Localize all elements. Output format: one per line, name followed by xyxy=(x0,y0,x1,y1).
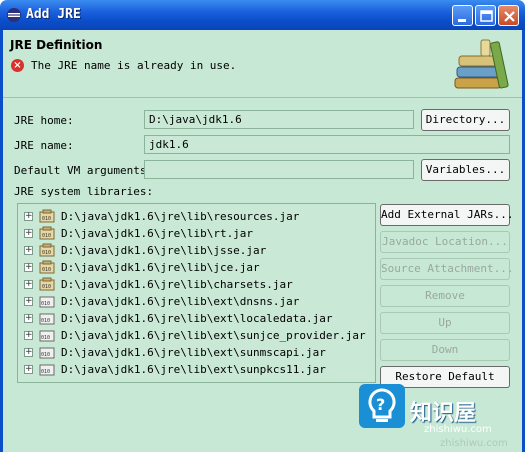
jar-icon: 010 xyxy=(39,364,55,376)
directory-button[interactable]: Directory... xyxy=(421,109,510,131)
library-path: D:\java\jdk1.6\jre\lib\jsse.jar xyxy=(61,244,267,257)
add-external-jars-button[interactable]: Add External JARs... xyxy=(380,204,513,226)
library-path: D:\java\jdk1.6\jre\lib\ext\sunpkcs11.jar xyxy=(61,363,326,376)
minimize-button[interactable] xyxy=(452,5,473,26)
svg-text:010: 010 xyxy=(41,335,50,341)
jar-icon: 010 xyxy=(39,347,55,359)
minimize-icon xyxy=(458,19,466,22)
expand-icon[interactable]: + xyxy=(24,229,33,238)
jar-icon: 010 xyxy=(39,296,55,308)
expand-icon[interactable]: + xyxy=(24,297,33,306)
expand-icon[interactable]: + xyxy=(24,280,33,289)
expand-icon[interactable]: + xyxy=(24,331,33,340)
list-item[interactable]: + 010 D:\java\jdk1.6\jre\lib\charsets.ja… xyxy=(22,276,372,293)
list-item[interactable]: + 010 D:\java\jdk1.6\jre\lib\resources.j… xyxy=(22,208,372,225)
svg-text:010: 010 xyxy=(41,369,50,375)
list-item[interactable]: + 010 D:\java\jdk1.6\jre\lib\jce.jar xyxy=(22,259,372,276)
list-item[interactable]: + 010 D:\java\jdk1.6\jre\lib\rt.jar xyxy=(22,225,372,242)
javadoc-location-button[interactable]: Javadoc Location... xyxy=(380,231,510,253)
jar-icon: 010 xyxy=(39,260,55,274)
jar-icon: 010 xyxy=(39,226,55,240)
svg-text:010: 010 xyxy=(42,250,51,256)
svg-text:010: 010 xyxy=(41,352,50,358)
down-button[interactable]: Down xyxy=(380,339,510,361)
header-title: JRE Definition xyxy=(10,38,103,52)
svg-text:010: 010 xyxy=(41,318,50,324)
vm-args-label: Default VM arguments: xyxy=(14,164,154,177)
list-item[interactable]: + 010 D:\java\jdk1.6\jre\lib\ext\sunjce_… xyxy=(22,327,372,344)
variables-button[interactable]: Variables... xyxy=(421,159,510,181)
error-icon: × xyxy=(11,59,24,72)
up-button[interactable]: Up xyxy=(380,312,510,334)
svg-text:?: ? xyxy=(376,395,385,414)
title-bar[interactable]: Add JRE xyxy=(0,0,525,30)
list-item[interactable]: + 010 D:\java\jdk1.6\jre\lib\ext\dnsns.j… xyxy=(22,293,372,310)
list-item[interactable]: + 010 D:\java\jdk1.6\jre\lib\ext\sunpkcs… xyxy=(22,361,372,378)
vm-args-input[interactable] xyxy=(144,160,414,179)
expand-icon[interactable]: + xyxy=(24,365,33,374)
expand-icon[interactable]: + xyxy=(24,263,33,272)
jre-home-label: JRE home: xyxy=(14,114,74,127)
library-path: D:\java\jdk1.6\jre\lib\ext\dnsns.jar xyxy=(61,295,300,308)
source-attachment-button[interactable]: Source Attachment... xyxy=(380,258,513,280)
library-path: D:\java\jdk1.6\jre\lib\jce.jar xyxy=(61,261,260,274)
libraries-tree[interactable]: + 010 D:\java\jdk1.6\jre\lib\resources.j… xyxy=(17,203,376,383)
close-button[interactable] xyxy=(498,5,519,26)
jar-icon: 010 xyxy=(39,209,55,223)
error-message: The JRE name is already in use. xyxy=(31,59,237,72)
library-path: D:\java\jdk1.6\jre\lib\ext\sunmscapi.jar xyxy=(61,346,326,359)
svg-text:010: 010 xyxy=(42,233,51,239)
expand-icon[interactable]: + xyxy=(24,348,33,357)
watermark-url: zhishiwu.com xyxy=(424,424,492,435)
watermark-logo: ? xyxy=(359,384,405,428)
books-icon xyxy=(454,39,509,89)
list-item[interactable]: + 010 D:\java\jdk1.6\jre\lib\ext\localed… xyxy=(22,310,372,327)
list-item[interactable]: + 010 D:\java\jdk1.6\jre\lib\ext\sunmsca… xyxy=(22,344,372,361)
jar-icon: 010 xyxy=(39,277,55,291)
jre-name-label: JRE name: xyxy=(14,139,74,152)
close-icon xyxy=(504,11,515,22)
expand-icon[interactable]: + xyxy=(24,314,33,323)
expand-icon[interactable]: + xyxy=(24,246,33,255)
jre-home-input[interactable]: D:\java\jdk1.6 xyxy=(144,110,414,129)
question-bulb-icon: ? xyxy=(368,388,396,422)
window-title: Add JRE xyxy=(26,7,81,22)
library-path: D:\java\jdk1.6\jre\lib\charsets.jar xyxy=(61,278,293,291)
remove-button[interactable]: Remove xyxy=(380,285,510,307)
svg-text:010: 010 xyxy=(42,216,51,222)
maximize-icon xyxy=(480,10,493,22)
jar-icon: 010 xyxy=(39,313,55,325)
jar-icon: 010 xyxy=(39,330,55,342)
library-path: D:\java\jdk1.6\jre\lib\resources.jar xyxy=(61,210,300,223)
expand-icon[interactable]: + xyxy=(24,212,33,221)
svg-text:010: 010 xyxy=(42,267,51,273)
maximize-button[interactable] xyxy=(475,5,496,26)
jar-icon: 010 xyxy=(39,243,55,257)
jre-name-input[interactable]: jdk1.6 xyxy=(144,135,510,154)
dialog-header: JRE Definition × The JRE name is already… xyxy=(3,30,522,98)
library-path: D:\java\jdk1.6\jre\lib\ext\localedata.ja… xyxy=(61,312,333,325)
watermark-site: zhishiwu.com xyxy=(440,438,508,449)
libraries-label: JRE system libraries: xyxy=(14,185,154,198)
eclipse-icon xyxy=(7,8,21,22)
library-path: D:\java\jdk1.6\jre\lib\ext\sunjce_provid… xyxy=(61,329,366,342)
svg-text:010: 010 xyxy=(41,301,50,307)
watermark-title: 知识屋 xyxy=(410,401,477,426)
list-item[interactable]: + 010 D:\java\jdk1.6\jre\lib\jsse.jar xyxy=(22,242,372,259)
library-path: D:\java\jdk1.6\jre\lib\rt.jar xyxy=(61,227,254,240)
svg-text:010: 010 xyxy=(42,284,51,290)
